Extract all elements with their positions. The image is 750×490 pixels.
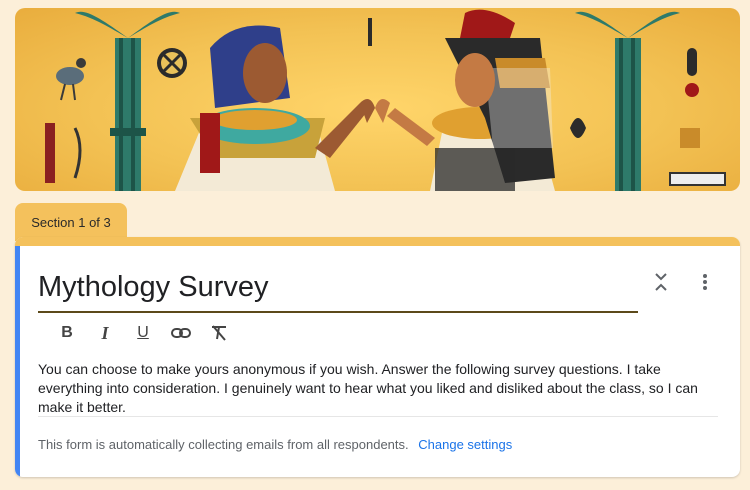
ibis-glyph [56,58,86,101]
right-column-decoration [575,11,680,191]
left-column-decoration [75,11,180,191]
card-accent-bar [15,237,740,246]
collapse-section-icon[interactable] [651,270,671,294]
underline-button[interactable]: U [124,322,162,344]
link-icon[interactable] [162,322,200,344]
more-options-icon[interactable] [695,272,715,292]
active-card-indicator [15,246,20,477]
italic-button[interactable]: I [86,322,124,344]
text-format-toolbar: B I U [48,322,238,344]
circle-glyph [157,48,187,78]
clear-formatting-icon[interactable] [200,322,238,344]
change-settings-link[interactable]: Change settings [418,437,512,452]
form-description-input[interactable]: You can choose to make yours anonymous i… [38,360,718,417]
section-label: Section 1 of 3 [31,214,111,230]
queen-figure [387,9,555,191]
description-divider [38,416,718,417]
section-indicator-tab: Section 1 of 3 [15,203,127,241]
header-banner-image [15,8,740,191]
form-title-input[interactable]: Mythology Survey [38,269,638,305]
email-notice-text: This form is automatically collecting em… [38,437,409,452]
email-collection-notice: This form is automatically collecting em… [38,437,512,452]
form-header-card[interactable]: Mythology Survey B I U You can choose to [15,237,740,477]
bold-button[interactable]: B [48,322,86,344]
pharaoh-figure [175,25,370,191]
title-underline [38,311,638,313]
